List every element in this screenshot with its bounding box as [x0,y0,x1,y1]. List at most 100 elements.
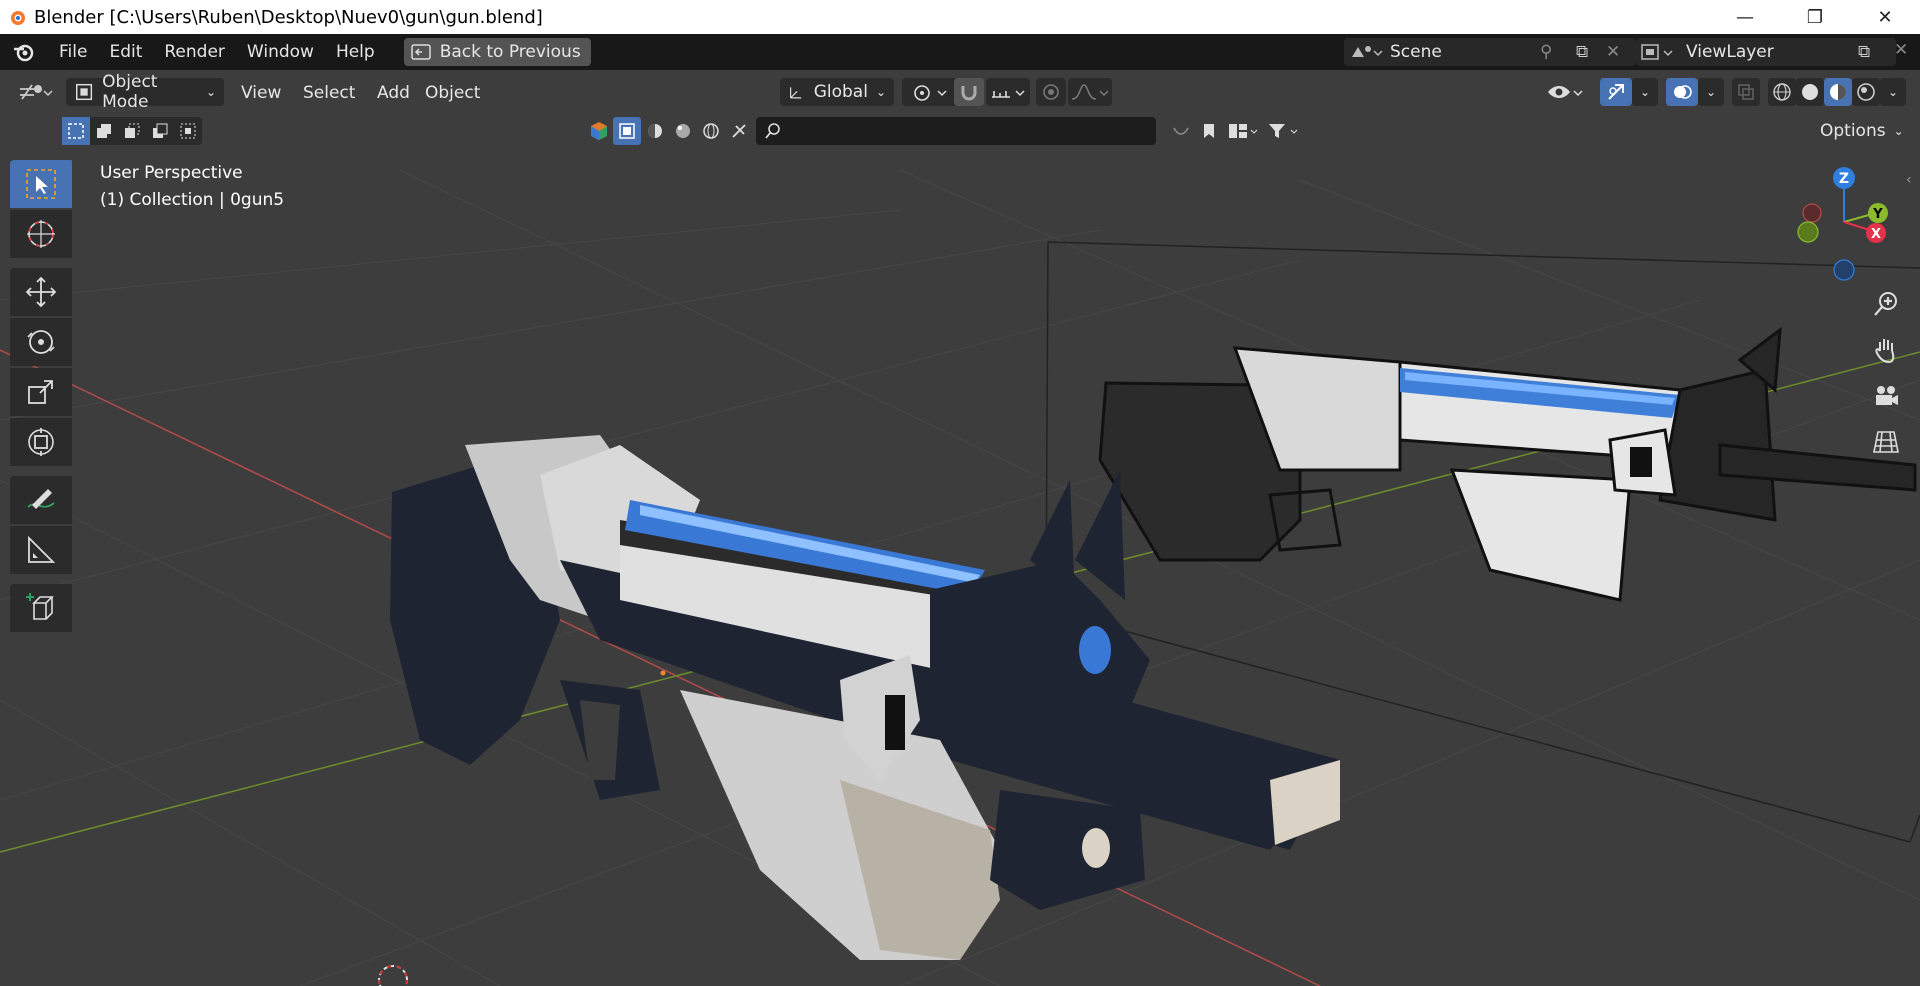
chevron-down-icon: ⌄ [875,85,886,99]
measure-tool[interactable] [10,526,72,574]
xray-toggle[interactable] [1732,78,1760,106]
shading-rendered-button[interactable] [1852,78,1880,106]
proportional-falloff-button[interactable] [1068,78,1112,106]
ortho-toggle-button[interactable] [1868,424,1904,460]
menu-add[interactable]: Add [366,78,421,108]
snap-target-button[interactable] [986,78,1030,106]
bookmark-icon[interactable] [1195,122,1223,140]
restrict-columns-icon[interactable] [1223,122,1263,140]
filter-brush-icon[interactable] [725,122,753,140]
select-subtract-icon[interactable] [118,122,146,140]
gizmo-arrow-icon [1608,84,1624,100]
object-mode-icon [76,83,93,101]
pivot-point-button[interactable] [902,78,958,106]
view-perspective-label: User Perspective [100,163,243,183]
select-intersect-icon[interactable] [174,122,202,140]
filter-light-icon[interactable] [669,122,697,140]
falloff-curve-icon [1071,84,1109,100]
select-extend-icon[interactable] [90,122,118,140]
pan-view-button[interactable] [1868,332,1904,368]
shading-menu-button[interactable]: ⌄ [1880,78,1906,106]
filter-funnel-icon[interactable] [1263,122,1303,140]
only-selected-icon[interactable] [1167,122,1195,140]
shading-wireframe-button[interactable] [1768,78,1796,106]
scale-tool[interactable] [10,368,72,416]
tool-shelf [10,160,74,642]
filter-object-icon[interactable] [613,117,641,145]
proportional-icon [1043,84,1059,100]
navigation-gizmo[interactable]: Z Y X [1792,160,1892,290]
gizmo-toggle[interactable] [1600,78,1632,106]
sidebar-collapse-arrow[interactable]: ‹ [1906,172,1912,188]
overlays-toggle[interactable] [1666,78,1698,106]
search-icon [765,123,780,139]
gizmo-y-label: Y [1872,207,1883,222]
rotate-tool[interactable] [10,318,72,366]
transform-icon [28,428,54,456]
menu-object[interactable]: Object [414,78,491,108]
outliner-filter-icons [584,117,754,145]
chevron-down-icon: ⌄ [1705,85,1717,99]
global-axis-icon [790,87,802,99]
object-origin [660,670,666,676]
material-sphere-icon [1830,84,1846,100]
filter-material-icon[interactable] [641,122,669,140]
shading-solid-button[interactable] [1796,78,1824,106]
editor-type-icon [20,84,53,100]
chevron-down-icon: ⌄ [1893,124,1904,138]
viewport-info-overlay: User Perspective (1) Collection | 0gun5 [100,160,284,214]
pivot-icon [914,85,947,101]
overlays-menu-button[interactable]: ⌄ [1698,78,1724,106]
select-box-tool[interactable] [10,160,72,208]
hand-icon [1875,339,1895,364]
scale-icon [28,380,53,404]
menu-view[interactable]: View [230,78,292,108]
select-invert-icon[interactable] [146,122,174,140]
grid-icon [1873,431,1899,453]
transform-orientation-selector[interactable]: Global ⌄ [780,78,894,106]
snap-toggle[interactable] [954,78,984,106]
shading-material-button[interactable] [1824,78,1852,106]
camera-icon [1876,386,1898,405]
outliner-search-field[interactable] [756,117,1156,145]
rendered-sphere-icon [1857,83,1875,101]
zoom-icon [1874,292,1897,316]
gizmo-menu-button[interactable]: ⌄ [1632,78,1658,106]
solid-sphere-icon [1802,84,1818,100]
ruler-icon [28,535,56,563]
move-tool[interactable] [10,268,72,316]
cursor-tool[interactable] [10,210,72,258]
chevron-down-icon: ⌄ [205,85,216,99]
transform-tool[interactable] [10,418,72,466]
select-new-icon[interactable] [62,117,90,145]
gizmo-x-label: X [1871,227,1881,242]
viewport-header: Object Mode ⌄ View Select Add Object Glo… [0,72,1920,112]
mode-selector[interactable]: Object Mode ⌄ [66,72,224,112]
snap-increment-icon [992,90,1025,98]
options-dropdown[interactable]: Options ⌄ [1812,117,1912,145]
object-visibility-button[interactable] [1544,78,1588,106]
move-arrows-icon [25,276,57,308]
chevron-down-icon: ⌄ [1639,85,1651,99]
overlay-circles-icon [1674,85,1692,99]
zoom-view-button[interactable] [1868,286,1904,322]
pencil-icon [27,489,55,509]
gizmo-z-label: Z [1839,171,1849,187]
neg-x-handle [1802,203,1822,223]
add-cube-tool[interactable] [10,584,72,632]
active-collection-label: (1) Collection | 0gun5 [100,190,285,210]
menu-select[interactable]: Select [292,78,366,108]
add-cube-icon [26,593,54,620]
editor-type-button[interactable] [14,78,58,106]
filter-world-icon[interactable] [697,122,725,140]
chevron-down-icon: ⌄ [1887,85,1899,99]
magnet-icon [961,86,977,101]
rotate-icon [27,330,55,354]
3d-cursor-icon [27,220,55,248]
wireframe-sphere-icon [1773,83,1791,101]
color-cube-icon[interactable] [585,121,613,141]
annotate-tool[interactable] [10,476,72,524]
proportional-edit-toggle[interactable] [1036,78,1066,106]
camera-view-button[interactable] [1868,378,1904,414]
neg-z-handle [1833,259,1855,281]
